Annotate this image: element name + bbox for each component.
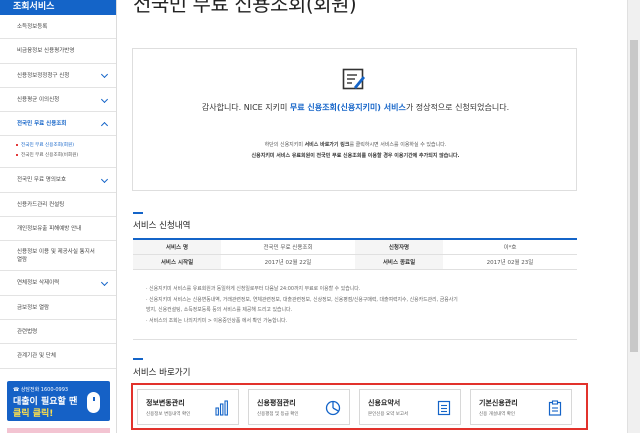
sidebar-subitem-nonmember[interactable]: 전국민 무료 신용조회(비회원) [16,151,116,161]
table-header: 서비스 명 [133,239,221,255]
confirmation-message: 감사합니다. NICE 지키미 무료 신용조회(신용지키미) 서비스가 정상적으… [133,102,578,113]
sidebar-subitem-member[interactable]: 전국민 무료 신용조회(회원) [16,141,116,151]
shortcut-desc: 신용 개설내역 확인 [479,412,515,417]
shortcut-desc: 본인신용 요약 보고서 [368,412,409,417]
mouse-icon [87,392,100,413]
page-root: { "sidebar": { "header": "조회서비스", "items… [0,0,640,433]
service-section-title: 서비스 신청내역 [133,221,191,231]
sidebar-item-nonfinancial[interactable]: 비금융정보 신용평가반영 [0,39,116,64]
sidebar-item-label: 연체정보 삭제이력 [17,280,60,287]
bullet-icon [16,143,18,146]
sidebar-item-info-view[interactable]: 금보정보 열람 [0,296,116,320]
shortcut-basic-credit[interactable]: 기본신용관리 신용 개설내역 확인 [470,389,572,425]
confirmation-box: 감사합니다. NICE 지키미 무료 신용조회(신용지키미) 서비스가 정상적으… [132,48,577,191]
document-edit-icon [342,68,365,90]
chevron-down-icon [100,95,109,103]
shortcut-desc: 신용정보 변동내역 확인 [146,412,191,417]
table-cell: 이*호 [443,239,577,255]
table-header: 서비스 종료일 [355,254,443,270]
table-header: 신청자명 [355,239,443,255]
table-cell: 2017년 02월 23일 [443,254,577,270]
sidebar-item-income[interactable]: 소득정보등록 [0,15,116,40]
shortcut-desc: 신용평점 및 등급 확인 [257,412,299,417]
sidebar-subitem-label: 전국민 무료 신용조회(비회원) [21,153,79,159]
chevron-down-icon [100,278,109,287]
confirmation-prefix: 감사합니다. NICE 지키미 [201,103,290,112]
sidebar-item-label: 전국민 무료 신용조회 [17,121,67,128]
notice-bold-2: 이용기간에 추가되지 않습니다. [394,153,460,159]
document-icon [437,400,451,416]
confirmation-suffix: 가 정상적으로 신청되었습니다. [405,103,510,112]
shortcut-section-title: 서비스 바로가기 [133,368,191,378]
notice-middle: 이 전국민 무료 신용조회를 이용할 경우 [310,153,395,159]
guide-suffix: 를 클릭하시면 서비스를 이용하실 수 있습니다. [349,142,447,148]
sidebar-menu-lower: 전국민 무료 명의보호 신용카드관리 컨설팅 개인정보유출 피해예방 안내 신용… [0,168,116,369]
shortcut-title: 기본신용관리 [479,399,518,407]
clipboard-icon [548,400,562,416]
shortcut-title: 신용평점관리 [257,399,296,407]
page-scrollbar[interactable] [627,0,640,433]
table-header: 서비스 시작일 [133,254,221,270]
sidebar-item-label: 전국민 무료 명의보호 [17,177,67,184]
sidebar-item-institutions[interactable]: 관계기관 및 단체 [0,344,116,369]
sidebar-subitem-label: 전국민 무료 신용조회(회원) [21,143,74,149]
sidebar-item-laws[interactable]: 관련법령 [0,320,116,345]
confirmation-notice: 신용지키미 서비스 유료회원이 전국민 무료 신용조회를 이용할 경우 이용기간… [133,152,578,159]
sidebar-header: 조회서비스 [0,0,116,15]
shortcut-title: 신용요약서 [368,399,401,407]
note-line: 방지, 신용컨설팅, 소득정보등록 등의 서비스를 제공해 드리고 있습니다. [146,307,293,313]
sidebar-item-card-consulting[interactable]: 신용카드관리 컨설팅 [0,193,116,218]
loan-banner[interactable]: ☎ 상담전화 1600-0993 대출이 필요할 땐 클릭 클릭! [7,381,110,421]
sidebar-item-label: 신용정보정정청구 신청 [17,72,70,79]
banner-phone: ☎ 상담전화 1600-0993 [13,387,69,393]
page-title: 전국민 무료 신용조회(회원) [133,0,357,16]
shortcut-title: 정보변동관리 [146,399,185,407]
pie-chart-icon [325,400,341,416]
chevron-down-icon [100,71,109,79]
bar-chart-icon [215,400,228,416]
confirmation-guide: 하단의 신용지키미 서비스 바로가기 링크를 클릭하시면 서비스를 이용하실 수… [133,141,578,148]
service-notes: · 신용지키미 서비스를 유료회원과 동일하게 신청일로부터 다음날 24:00… [133,284,577,340]
note-line: · 신용지키미 서비스는 신용변동내역, 거래관련정보, 연체관련정보, 대출관… [146,296,458,303]
table-row: 서비스 시작일 2017년 02월 22일 서비스 종료일 2017년 02월 … [133,254,577,270]
section-marker [133,212,143,214]
shortcut-info-change[interactable]: 정보변동관리 신용정보 변동내역 확인 [137,389,239,425]
banner-cta: 클릭 클릭! [13,409,54,419]
sidebar-item-label: 신용평균 이의신청 [17,96,60,103]
chevron-up-icon [100,121,109,129]
scrollbar-thumb[interactable] [630,40,638,352]
sidebar-item-usage-notice[interactable]: 신용정보 이용 및 제공사실 통지서열람 [0,241,116,272]
sidebar-item-correction[interactable]: 신용정보정정청구 신청 [0,64,116,88]
note-line: · 서비스의 조회는 나의지키미 > 이용중인상품 에서 확인 가능합니다. [146,317,288,324]
chevron-down-icon [100,176,109,184]
table-cell: 전국민 무료 신용조회 [221,239,355,255]
sidebar-item-free-credit[interactable]: 전국민 무료 신용조회 [0,112,116,137]
table-row: 서비스 명 전국민 무료 신용조회 신청자명 이*호 [133,239,577,255]
sidebar-menu: 소득정보등록 비금융정보 신용평가반영 신용정보정정청구 신청 신용평균 이의신… [0,15,116,137]
sidebar-item-objection[interactable]: 신용평균 이의신청 [0,88,116,113]
sidebar: 조회서비스 소득정보등록 비금융정보 신용평가반영 신용정보정정청구 신청 신용… [0,0,117,433]
banner-strip [7,428,110,433]
sidebar-item-delinquency-history[interactable]: 연체정보 삭제이력 [0,271,116,296]
shortcut-panel: 정보변동관리 신용정보 변동내역 확인 신용평점관리 신용평점 및 등급 확인 … [131,383,588,430]
notice-bold-1: 신용지키미 서비스 유료회원 [251,153,311,159]
note-line: · 신용지키미 서비스를 유료회원과 동일하게 신청일로부터 다음날 24:00… [146,286,361,292]
bullet-icon [16,153,18,156]
confirmation-service-name: 무료 신용조회(신용지키미) 서비스 [289,103,406,112]
sidebar-submenu: 전국민 무료 신용조회(회원) 전국민 무료 신용조회(비회원) [0,136,116,169]
table-cell: 2017년 02월 22일 [221,254,355,270]
sidebar-item-leak-prevention[interactable]: 개인정보유출 피해예방 안내 [0,217,116,242]
service-table: 서비스 명 전국민 무료 신용조회 신청자명 이*호 서비스 시작일 2017년… [133,238,577,270]
shortcut-credit-score[interactable]: 신용평점관리 신용평점 및 등급 확인 [248,389,350,425]
guide-prefix: 하단의 신용지키미 [264,142,305,148]
sidebar-item-identity-protect[interactable]: 전국민 무료 명의보호 [0,168,116,193]
section-marker [133,358,143,360]
shortcut-credit-summary[interactable]: 신용요약서 본인신용 요약 보고서 [359,389,461,425]
guide-bold: 서비스 바로가기 링크 [304,142,350,148]
